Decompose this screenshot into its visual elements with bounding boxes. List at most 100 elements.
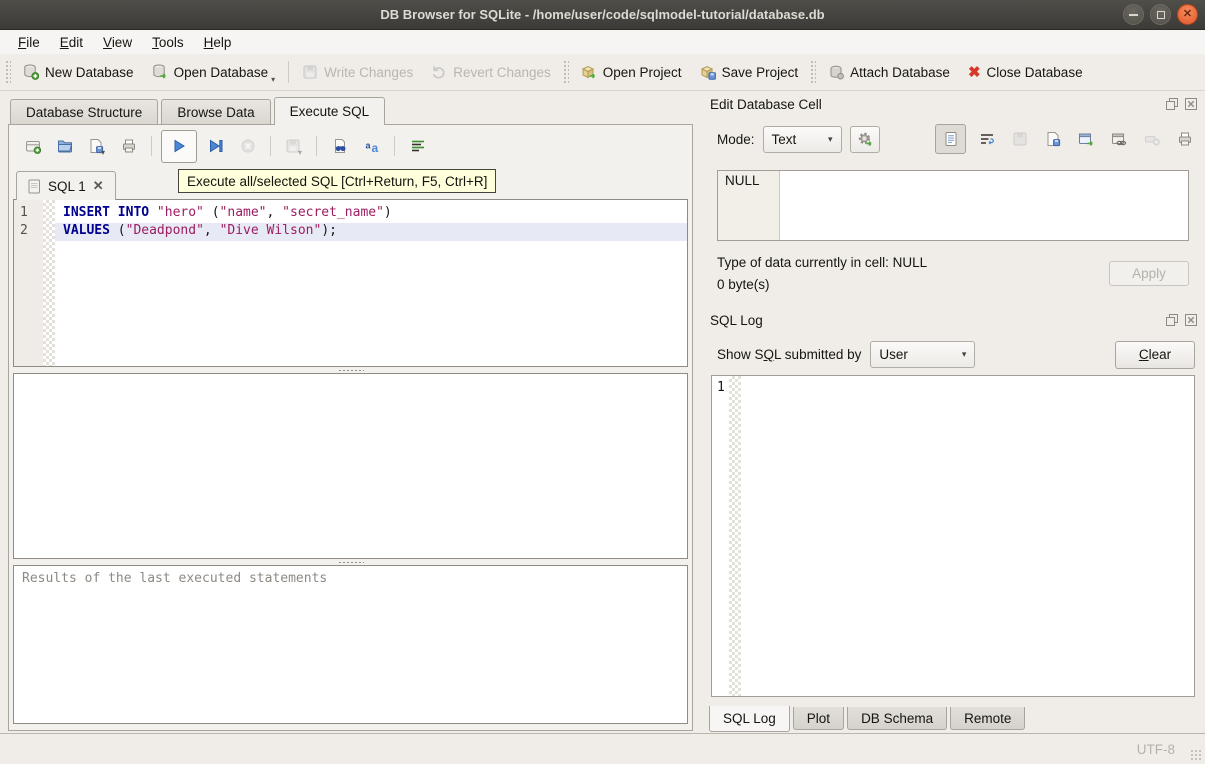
new-tab-icon (25, 138, 41, 154)
window-title: DB Browser for SQLite - /home/user/code/… (380, 7, 824, 22)
tab-remote[interactable]: Remote (950, 707, 1025, 730)
sql-log-area[interactable]: 1 (711, 375, 1195, 697)
title-bar: DB Browser for SQLite - /home/user/code/… (0, 0, 1205, 30)
sql-log-filter-row: Show SQL submitted by User ▾ Clear (709, 340, 1199, 369)
open-sql-file-button[interactable] (51, 133, 78, 160)
mode-select[interactable]: Text ▾ (763, 126, 842, 153)
sql-log-dock-header: SQL Log (709, 310, 1199, 330)
new-database-icon (23, 64, 39, 80)
find-button[interactable] (326, 133, 353, 160)
code-area[interactable]: INSERT INTO "hero" ("name", "secret_name… (55, 200, 687, 366)
open-in-external-icon[interactable] (1078, 131, 1094, 147)
open-project-button[interactable]: Open Project (572, 57, 691, 87)
cell-content[interactable] (780, 171, 1188, 240)
cell-toolbar-icons (935, 124, 1199, 154)
attach-database-icon (828, 64, 844, 80)
encoding-indicator[interactable]: UTF-8 (1137, 742, 1175, 757)
close-icon[interactable]: ✕ (1177, 4, 1198, 25)
cell-editor[interactable]: NULL (717, 170, 1189, 241)
word-wrap-icon[interactable] (979, 131, 995, 147)
float-dock-icon[interactable] (1165, 313, 1179, 327)
revert-changes-button: Revert Changes (422, 57, 560, 87)
results-grid[interactable] (13, 373, 688, 559)
toolbar-drag-handle[interactable] (810, 60, 816, 84)
open-file-icon (57, 138, 73, 154)
menu-tools[interactable]: Tools (142, 32, 194, 53)
word-wrap-lines-button[interactable] (404, 133, 431, 160)
float-dock-icon[interactable] (1165, 97, 1179, 111)
tab-database-structure[interactable]: Database Structure (10, 99, 158, 124)
stop-execution-button (234, 133, 261, 160)
menu-bar: File Edit View Tools Help (0, 30, 1205, 54)
maximize-icon[interactable] (1150, 4, 1171, 25)
attach-database-button[interactable]: Attach Database (819, 57, 959, 87)
toolbar-drag-handle[interactable] (5, 60, 11, 84)
tab-plot[interactable]: Plot (793, 707, 844, 730)
submitted-by-select[interactable]: User ▾ (870, 341, 975, 368)
sql-code-editor[interactable]: 1 2 INSERT INTO "hero" ("name", "secret_… (13, 199, 688, 367)
sql-tab-close-icon[interactable]: ✕ (93, 178, 104, 194)
gear-import-icon (857, 131, 873, 147)
auto-switch-mode-button[interactable] (850, 126, 880, 153)
resize-grip[interactable] (1190, 749, 1202, 761)
close-dock-icon[interactable] (1184, 97, 1198, 111)
toolbar-drag-handle[interactable] (563, 60, 569, 84)
write-changes-icon (302, 64, 318, 80)
results-placeholder: Results of the last executed statements (22, 571, 327, 586)
code-line-1: INSERT INTO "hero" ("name", "secret_name… (55, 205, 687, 223)
minimize-icon[interactable] (1123, 4, 1144, 25)
close-database-button[interactable]: ✖ Close Database (959, 57, 1092, 87)
new-database-button[interactable]: New Database (14, 57, 143, 87)
menu-edit[interactable]: Edit (50, 32, 93, 53)
print-cell-icon[interactable] (1177, 131, 1193, 147)
window-controls: ✕ (1123, 0, 1198, 29)
open-database-button[interactable]: Open Database ▾ (143, 57, 285, 87)
save-sql-file-button[interactable]: ▾ (83, 133, 110, 160)
text-mode-button[interactable] (935, 124, 966, 154)
menu-help[interactable]: Help (194, 32, 242, 53)
menu-file[interactable]: File (8, 32, 50, 53)
tab-sql-log[interactable]: SQL Log (709, 706, 790, 732)
log-margin-strip (729, 376, 741, 696)
execute-icon (171, 138, 187, 154)
print-sql-button[interactable] (115, 133, 142, 160)
sql-1-tab[interactable]: SQL 1 ✕ (16, 171, 116, 200)
cell-info-row: Type of data currently in cell: NULL 0 b… (717, 255, 1189, 292)
copy-link-icon[interactable] (1111, 131, 1127, 147)
line-number: 1 (14, 205, 43, 223)
mode-label: Mode: (717, 132, 755, 147)
line-number: 2 (14, 223, 43, 241)
execute-sql-button[interactable] (161, 130, 197, 163)
menu-view[interactable]: View (93, 32, 142, 53)
chevron-down-icon: ▾ (828, 134, 833, 145)
new-sql-tab-button[interactable] (19, 133, 46, 160)
save-results-button: ▾ (280, 133, 307, 160)
execute-sql-panel: ▾ ▾ aa SQL 1 ✕ (8, 124, 693, 731)
edit-cell-title: Edit Database Cell (710, 97, 822, 112)
tab-browse-data[interactable]: Browse Data (161, 99, 270, 124)
save-results-menu-arrow: ▾ (298, 148, 302, 157)
toolbar-separator (151, 136, 152, 156)
save-project-icon (700, 64, 716, 80)
tab-db-schema[interactable]: DB Schema (847, 707, 947, 730)
tab-execute-sql[interactable]: Execute SQL (274, 97, 386, 125)
cell-mode-row: Mode: Text ▾ (709, 124, 1199, 154)
execute-sql-tooltip: Execute all/selected SQL [Ctrl+Return, F… (178, 169, 496, 193)
auto-format-button[interactable]: aa (358, 133, 385, 160)
align-lines-icon (410, 138, 426, 154)
toolbar-separator (316, 136, 317, 156)
format-icon: aa (364, 138, 380, 154)
chevron-down-icon: ▾ (962, 349, 967, 360)
text-document-icon (943, 131, 959, 147)
clear-log-button[interactable]: Clear (1115, 341, 1195, 369)
bottom-dock-tab-bar: SQL Log Plot DB Schema Remote (709, 707, 1199, 733)
close-dock-icon[interactable] (1184, 313, 1198, 327)
cell-type-info: Type of data currently in cell: NULL (717, 255, 927, 270)
status-bar: UTF-8 (0, 733, 1205, 764)
export-data-icon[interactable] (1045, 131, 1061, 147)
results-message-area[interactable]: Results of the last executed statements (13, 565, 688, 724)
execute-current-line-button[interactable] (202, 133, 229, 160)
open-database-menu-arrow[interactable]: ▾ (271, 75, 275, 84)
save-project-button[interactable]: Save Project (691, 57, 808, 87)
editor-margin-strip (43, 200, 55, 366)
